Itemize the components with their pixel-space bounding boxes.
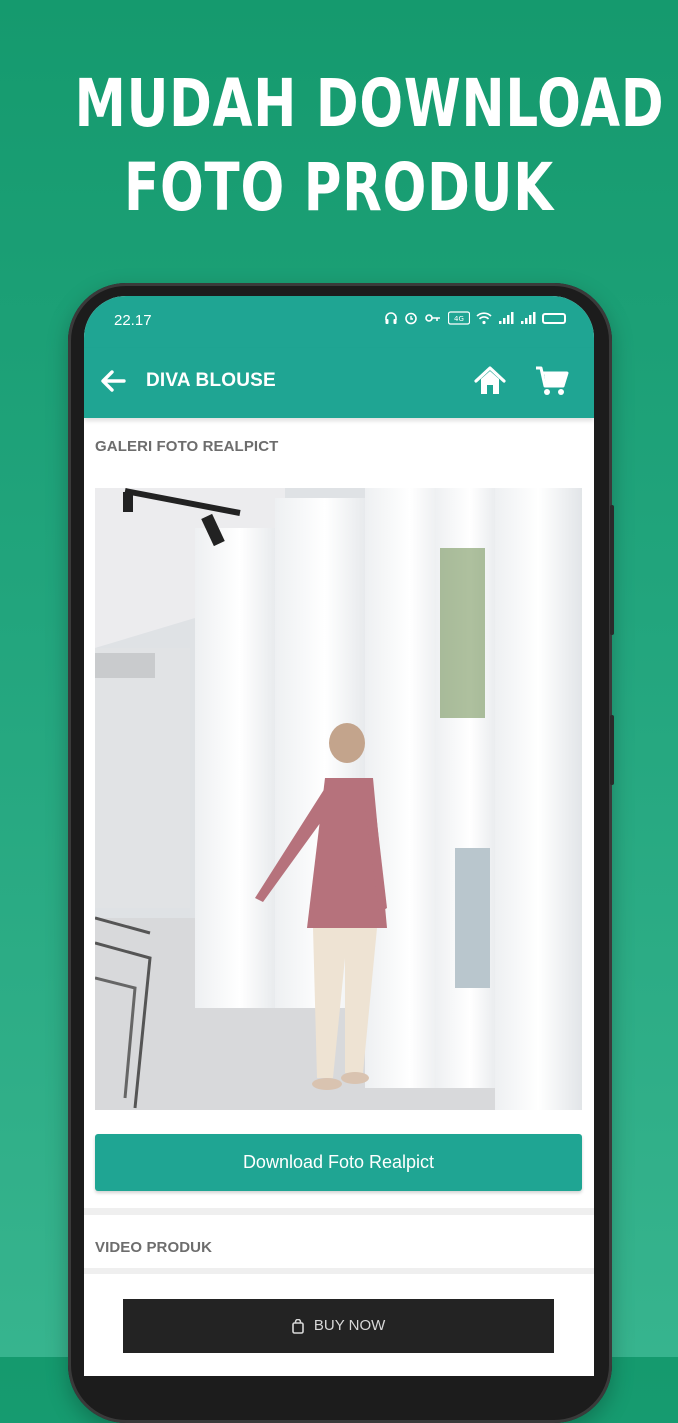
vpn-key-icon	[425, 314, 440, 322]
headset-icon	[385, 312, 397, 324]
page-title: DIVA BLOUSE	[146, 370, 276, 391]
gallery-section-title: GALERI FOTO REALPICT	[95, 438, 279, 455]
status-time: 22.17	[114, 312, 152, 329]
signal-icon	[499, 312, 514, 324]
cart-icon[interactable]	[534, 364, 570, 398]
svg-text:4G: 4G	[454, 315, 464, 323]
status-icons: 4G	[384, 311, 566, 325]
product-photo-illustration	[95, 488, 582, 1110]
phone-screen: 22.17 4G DIVA BLOUSE GALERI FOTO REALPIC…	[84, 296, 594, 1376]
section-divider	[84, 1208, 594, 1215]
home-icon[interactable]	[473, 364, 507, 398]
volume-button	[610, 505, 614, 635]
app-bar: DIVA BLOUSE	[84, 348, 594, 418]
volte-icon: 4G	[448, 311, 470, 325]
wifi-icon	[476, 312, 492, 325]
signal-icon	[521, 312, 536, 324]
section-divider	[84, 1268, 594, 1274]
battery-icon	[542, 312, 566, 324]
download-photo-button[interactable]: Download Foto Realpict	[95, 1134, 582, 1191]
buy-now-button[interactable]: BUY NOW	[123, 1299, 554, 1353]
promo-headline: MUDAH DOWNLOAD FOTO PRODUK	[74, 62, 665, 230]
shopping-bag-icon	[291, 1318, 304, 1334]
headline-line-2: FOTO PRODUK	[124, 149, 554, 226]
product-photo	[95, 488, 582, 1110]
alarm-icon	[405, 312, 417, 325]
status-bar: 22.17 4G	[84, 296, 594, 348]
buy-now-label: BUY NOW	[313, 1317, 386, 1334]
arrow-left-icon[interactable]	[98, 366, 128, 396]
headline-line-1: MUDAH DOWNLOAD	[74, 65, 665, 142]
video-section-title: VIDEO PRODUK	[95, 1239, 213, 1256]
power-button	[610, 715, 614, 785]
